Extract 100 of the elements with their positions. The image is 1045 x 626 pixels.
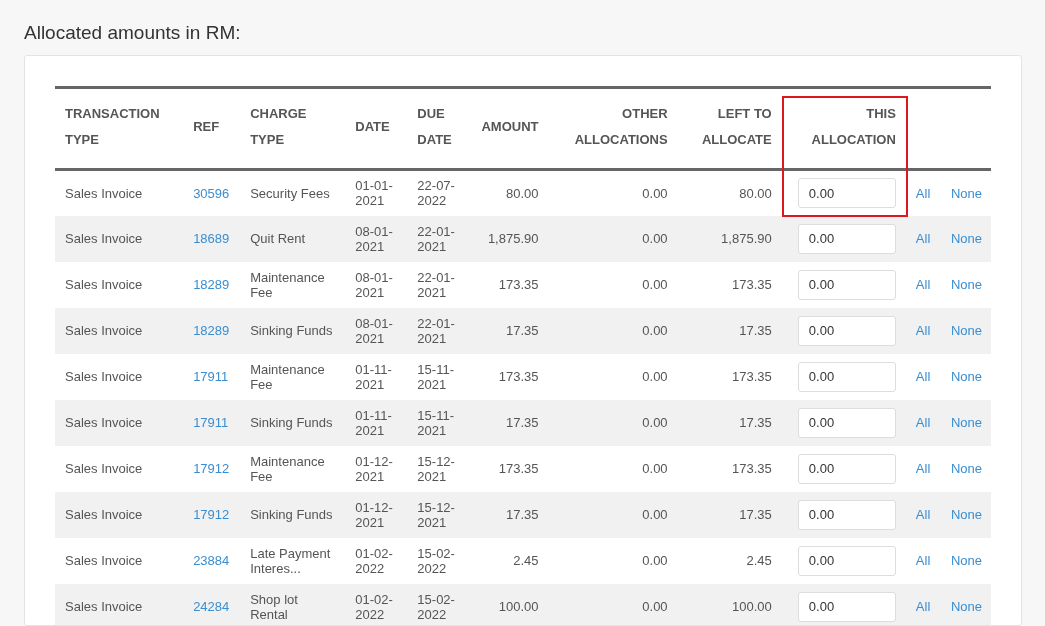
table-cell: 0.00 xyxy=(642,415,668,430)
all-link[interactable]: All xyxy=(915,599,931,614)
table-cell: Maintenance Fee xyxy=(250,361,325,392)
table-cell: 173.35 xyxy=(498,461,539,476)
ref-link[interactable]: 17912 xyxy=(193,461,230,476)
table-cell: 17.35 xyxy=(505,415,539,430)
table-cell: Quit Rent xyxy=(250,231,306,246)
table-cell: 0.00 xyxy=(642,599,668,614)
table-cell: 15-12-2021 xyxy=(417,499,455,530)
amount-input[interactable]: 0.00 xyxy=(797,178,896,209)
ref-link[interactable]: 30596 xyxy=(193,185,230,201)
amount-input[interactable]: 0.00 xyxy=(797,499,896,530)
table-cell: 15-12-2021 xyxy=(417,453,455,484)
table-cell: 80.00 xyxy=(505,185,539,201)
table-cell: 08-01-2021 xyxy=(355,223,393,254)
column-header: CHARGE TYPE xyxy=(240,87,346,170)
table-cell: Sales Invoice xyxy=(65,323,143,338)
table-cell: 22-01-2021 xyxy=(417,315,455,346)
table-cell: Sinking Funds xyxy=(250,323,333,338)
table-cell: Sales Invoice xyxy=(65,461,143,476)
table-cell: 173.35 xyxy=(731,369,772,384)
section-title: Allocated amounts in RM: xyxy=(23,21,242,45)
all-link[interactable]: All xyxy=(915,507,931,522)
table-cell: 17.35 xyxy=(505,323,539,338)
table-cell: 15-11-2021 xyxy=(417,361,454,392)
table-cell: Maintenance Fee xyxy=(250,269,325,300)
all-link[interactable]: All xyxy=(915,185,931,201)
table-cell: Sinking Funds xyxy=(250,415,333,430)
table-cell: Sales Invoice xyxy=(65,599,143,614)
amount-input[interactable]: 0.00 xyxy=(797,545,896,576)
table-cell: 22-01-2021 xyxy=(417,223,455,254)
table-cell: Security Fees xyxy=(250,185,330,201)
table-cell: 0.00 xyxy=(642,185,668,201)
table-cell: 80.00 xyxy=(739,185,772,201)
table-cell: 01-12-2021 xyxy=(355,453,393,484)
table-cell: 08-01-2021 xyxy=(355,269,393,300)
column-header: THIS ALLOCATION xyxy=(781,87,906,170)
ref-link[interactable]: 18289 xyxy=(193,277,230,292)
table-cell: Late Payment Interes... xyxy=(250,545,331,576)
amount-input[interactable]: 0.00 xyxy=(797,407,896,438)
none-link[interactable]: None xyxy=(950,185,982,201)
ref-link[interactable]: 17911 xyxy=(193,415,229,430)
table-cell: 17.35 xyxy=(505,507,539,522)
table-cell: Maintenance Fee xyxy=(250,453,325,484)
table-cell: 15-11-2021 xyxy=(417,407,454,438)
table-cell: Sales Invoice xyxy=(65,277,143,292)
amount-input[interactable]: 0.00 xyxy=(797,223,896,254)
table-cell: 01-12-2021 xyxy=(355,499,393,530)
none-link[interactable]: None xyxy=(950,277,982,292)
table-cell: 01-02-2022 xyxy=(355,545,393,576)
table-cell: 173.35 xyxy=(731,461,772,476)
none-link[interactable]: None xyxy=(950,553,982,568)
table-cell: 17.35 xyxy=(739,323,772,338)
all-link[interactable]: All xyxy=(915,323,931,338)
amount-input[interactable]: 0.00 xyxy=(797,453,896,484)
ref-link[interactable]: 17911 xyxy=(193,369,229,384)
amount-input[interactable]: 0.00 xyxy=(797,591,896,622)
table-cell: 100.00 xyxy=(498,599,539,614)
table-cell: 173.35 xyxy=(498,277,539,292)
table-cell: Sales Invoice xyxy=(65,369,143,384)
all-link[interactable]: All xyxy=(915,231,931,246)
table-cell: 1,875.90 xyxy=(721,231,772,246)
table-cell: 15-02-2022 xyxy=(417,591,455,622)
table-cell: 22-07-2022 xyxy=(417,178,455,209)
none-link[interactable]: None xyxy=(950,461,982,476)
ref-link[interactable]: 23884 xyxy=(193,553,230,568)
table-cell: 0.00 xyxy=(642,277,668,292)
table-cell: 0.00 xyxy=(642,369,668,384)
table-cell: 01-11-2021 xyxy=(355,361,392,392)
column-header: OTHER ALLOCATIONS xyxy=(548,87,678,170)
table-cell: 0.00 xyxy=(642,553,668,568)
table-cell: 173.35 xyxy=(498,369,539,384)
table-cell: 22-01-2021 xyxy=(417,269,455,300)
table-cell: 01-01-2021 xyxy=(355,178,393,209)
none-link[interactable]: None xyxy=(950,369,982,384)
table-cell: 0.00 xyxy=(642,323,668,338)
table-cell: Sales Invoice xyxy=(65,553,143,568)
table-cell: 1,875.90 xyxy=(487,231,539,246)
table-cell: Sales Invoice xyxy=(65,231,143,246)
all-link[interactable]: All xyxy=(915,553,931,568)
table-cell: 08-01-2021 xyxy=(355,315,393,346)
table-cell: 0.00 xyxy=(642,461,668,476)
table-cell: 2.45 xyxy=(746,553,772,568)
table-cell: 15-02-2022 xyxy=(417,545,455,576)
all-link[interactable]: All xyxy=(915,415,931,430)
amount-input[interactable]: 0.00 xyxy=(797,269,896,300)
all-link[interactable]: All xyxy=(915,277,931,292)
table-cell: 17.35 xyxy=(739,415,772,430)
all-link[interactable]: All xyxy=(915,369,931,384)
amount-input[interactable]: 0.00 xyxy=(797,315,896,346)
all-link[interactable]: All xyxy=(915,461,931,476)
table-cell: Sales Invoice xyxy=(65,185,143,201)
table-cell: 0.00 xyxy=(642,231,668,246)
amount-input[interactable]: 0.00 xyxy=(797,361,896,392)
table-cell: 17.35 xyxy=(739,507,772,522)
column-header: TRANSACTION TYPE xyxy=(55,87,184,170)
table-cell: 01-02-2022 xyxy=(355,591,393,622)
column-header: LEFT TO ALLOCATE xyxy=(677,87,782,170)
table-cell: Shop lot Rental xyxy=(250,591,298,622)
table-cell: 2.45 xyxy=(513,553,539,568)
